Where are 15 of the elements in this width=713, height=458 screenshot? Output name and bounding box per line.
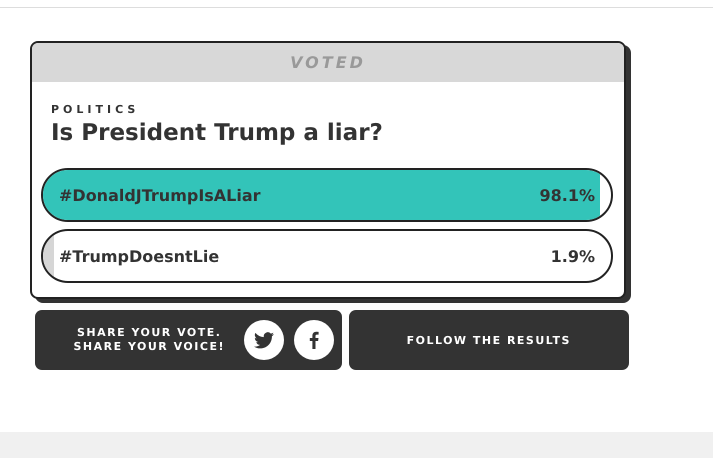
option-label: #DonaldJTrumpIsALiar [59,186,261,204]
option-label: #TrumpDoesntLie [59,246,220,266]
poll-question: Is President Trump a liar? [51,120,384,146]
poll-option[interactable]: #TrumpDoesntLie 1.9% [41,229,613,283]
poll-option[interactable]: #DonaldJTrumpIsALiar 98.1% [41,168,613,222]
share-text: SHARE YOUR VOTE. SHARE YOUR VOICE! [72,326,226,354]
option-percentage: 1.9% [550,246,595,266]
voted-banner: VOTED [32,43,624,82]
facebook-icon [308,331,318,349]
twitter-button[interactable] [244,320,284,360]
facebook-button[interactable] [294,320,334,360]
option-percentage: 98.1% [539,186,595,204]
bird-icon [254,332,274,348]
category-label: POLITICS [51,103,140,116]
follow-results-button[interactable]: FOLLOW THE RESULTS [348,310,629,370]
